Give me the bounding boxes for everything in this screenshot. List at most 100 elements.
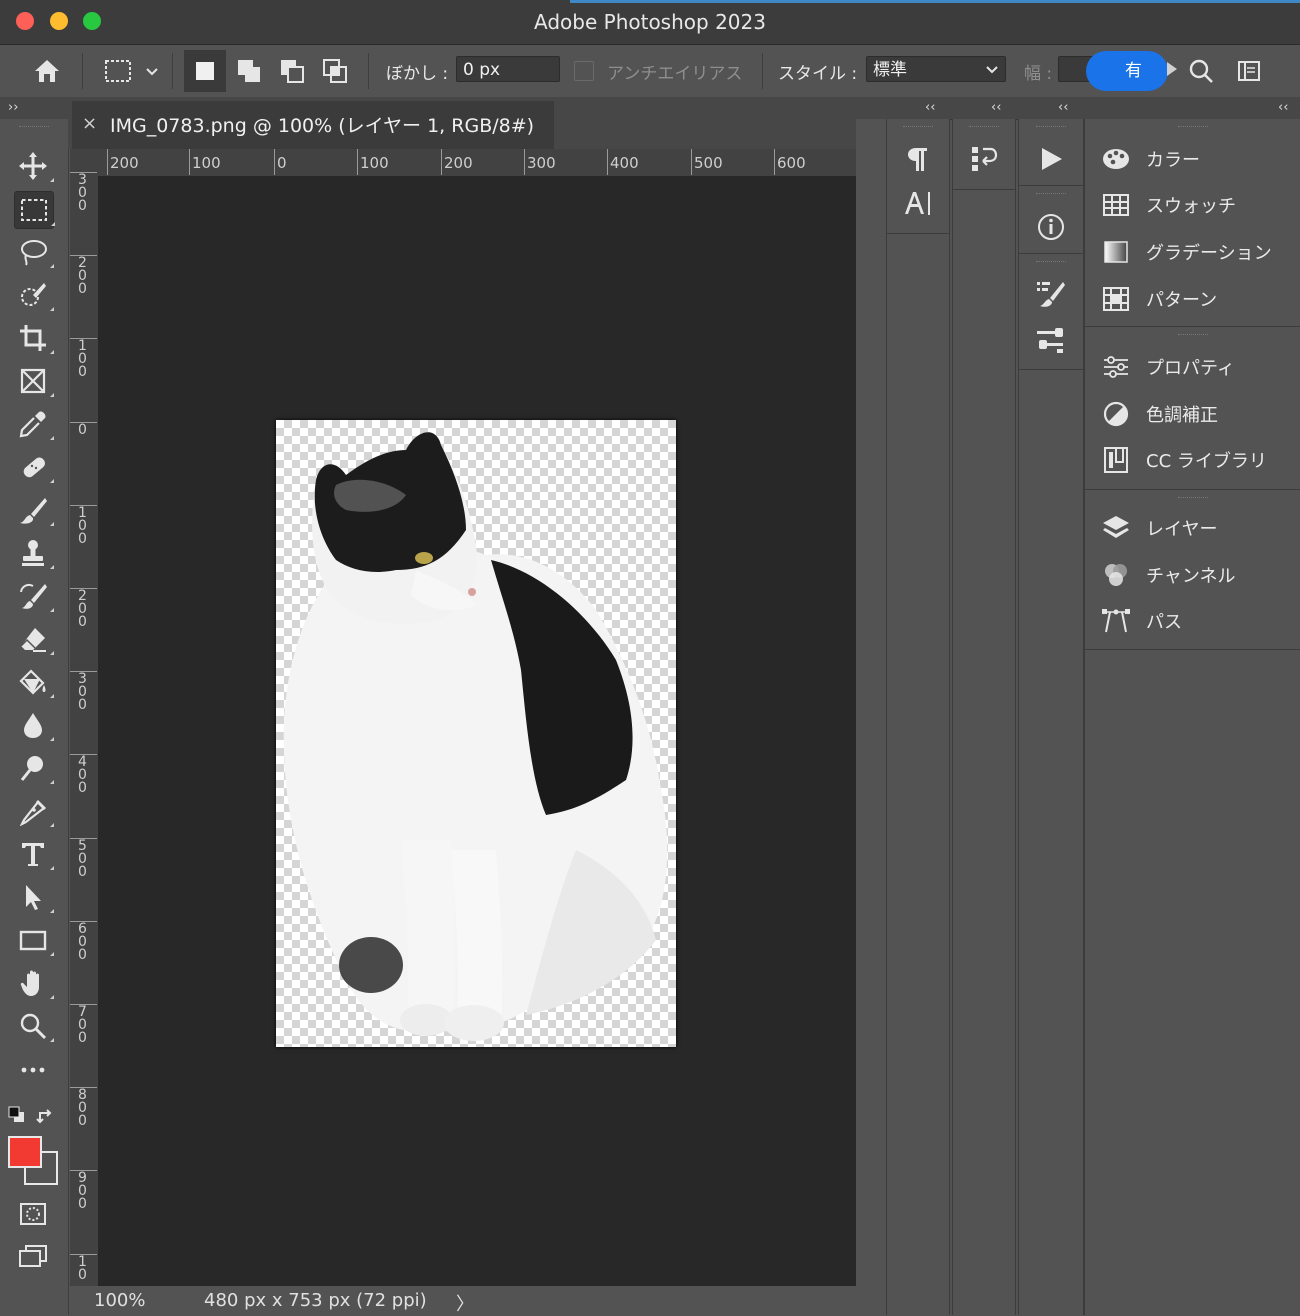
type-icon — [22, 843, 44, 866]
zoom-icon — [20, 1013, 47, 1040]
eyedropper-icon — [19, 411, 46, 438]
marquee-preset-dropdown[interactable] — [98, 55, 162, 87]
panel-item-properties-sliders[interactable]: プロパティ — [1100, 347, 1295, 387]
brush-tool[interactable] — [14, 492, 54, 528]
document-tab[interactable]: × IMG_0783.png @ 100% (レイヤー 1, RGB/8#) — [72, 101, 554, 149]
move-tool[interactable] — [14, 148, 54, 184]
clone-source-icon — [1037, 328, 1063, 353]
foreground-color-swatch[interactable] — [8, 1136, 42, 1168]
clone-stamp-tool[interactable] — [14, 535, 54, 571]
antialias-checkbox[interactable] — [574, 61, 594, 81]
path-selection-tool[interactable] — [14, 879, 54, 915]
swap-colors-button[interactable] — [36, 1106, 56, 1126]
rectangle-icon — [19, 930, 47, 951]
history-brush-tool[interactable] — [14, 578, 54, 614]
panel-item-pattern[interactable]: パターン — [1100, 279, 1295, 319]
history-icon — [972, 147, 998, 171]
quick-selection-tool[interactable] — [14, 277, 54, 313]
panel-item-label: グラデーション — [1146, 243, 1272, 264]
collapse-panel-icon[interactable]: ‹‹ — [1058, 100, 1068, 115]
subtract-selection-button[interactable] — [271, 50, 313, 92]
canvas-area[interactable] — [98, 176, 856, 1286]
blur-tool[interactable] — [14, 707, 54, 743]
lasso-tool[interactable] — [14, 234, 54, 270]
new-selection-button[interactable] — [184, 50, 226, 92]
pen-tool[interactable] — [14, 793, 54, 829]
expand-toolbar-icon[interactable]: ›› — [8, 100, 18, 115]
ruler-tick — [691, 149, 692, 175]
tool-flyout-indicator — [50, 479, 54, 483]
collapse-panel-icon[interactable]: ‹‹ — [1278, 100, 1288, 115]
eyedropper-tool[interactable] — [14, 406, 54, 442]
actions-panel-button[interactable] — [1030, 139, 1072, 179]
ruler-v-label: 10 — [78, 1253, 87, 1283]
paragraph-panel-button[interactable] — [897, 139, 939, 179]
feather-input[interactable]: 0 px — [456, 56, 560, 82]
close-tab-icon[interactable]: × — [82, 113, 97, 134]
width-label: 幅 : — [1024, 64, 1053, 84]
style-select[interactable]: 標準 — [866, 56, 1006, 82]
add-selection-button[interactable] — [228, 50, 270, 92]
search-icon — [1189, 59, 1213, 83]
tool-flyout-indicator — [50, 264, 54, 268]
rect-marquee-tool[interactable] — [14, 191, 55, 229]
stamp-icon — [22, 540, 44, 566]
ruler-tick — [189, 149, 190, 175]
eraser-tool[interactable] — [14, 621, 54, 657]
default-colors-icon — [8, 1106, 24, 1122]
paint-bucket-tool[interactable] — [14, 664, 54, 700]
panel-item-gradient[interactable]: グラデーション — [1100, 232, 1295, 272]
panel-item-label: パス — [1146, 612, 1182, 633]
panel-item-cc-libraries[interactable]: CC ライブラリ — [1100, 440, 1295, 480]
panel-grip — [1036, 126, 1066, 130]
adjustments-icon — [1100, 398, 1132, 430]
crop-tool[interactable] — [14, 320, 54, 356]
workspace-button[interactable] — [1232, 55, 1266, 87]
home-button[interactable] — [30, 55, 64, 87]
default-colors-button[interactable] — [8, 1106, 26, 1124]
panel-column-2 — [952, 119, 1016, 1315]
type-tool[interactable] — [14, 836, 54, 872]
cat-image — [283, 432, 668, 1041]
dock-gap — [856, 119, 886, 1315]
tool-flyout-indicator — [51, 222, 55, 226]
tool-flyout-indicator — [50, 909, 54, 913]
brush-settings-panel-button[interactable] — [1030, 274, 1072, 314]
clone-source-panel-button[interactable] — [1030, 320, 1072, 360]
collapse-panel-icon[interactable]: ‹‹ — [925, 100, 935, 115]
status-menu-arrow[interactable]: 〉 — [456, 1290, 474, 1316]
document-tab-title: IMG_0783.png @ 100% (レイヤー 1, RGB/8#) — [110, 115, 535, 137]
document-canvas[interactable] — [276, 420, 676, 1047]
info-panel-button[interactable] — [1030, 207, 1072, 247]
hand-tool[interactable] — [14, 965, 54, 1001]
ruler-tick — [274, 149, 275, 175]
feather-label: ぼかし : — [386, 64, 449, 84]
frame-icon — [20, 368, 46, 394]
ruler-v-label: 100 — [78, 338, 87, 381]
panel-item-adjustments[interactable]: 色調補正 — [1100, 394, 1295, 434]
zoom-level[interactable]: 100% — [94, 1290, 145, 1311]
zoom-tool[interactable] — [14, 1008, 54, 1044]
healing-brush-tool[interactable] — [14, 449, 54, 485]
dodge-icon — [20, 756, 43, 781]
divider — [953, 189, 1015, 190]
character-panel-button[interactable] — [897, 183, 939, 223]
dodge-tool[interactable] — [14, 750, 54, 786]
screen-mode-button[interactable] — [14, 1239, 52, 1275]
history-panel-button[interactable] — [963, 139, 1005, 179]
panel-item-layers[interactable]: レイヤー — [1100, 508, 1295, 548]
edit-toolbar-button[interactable] — [14, 1052, 52, 1088]
collapse-panel-icon[interactable]: ‹‹ — [991, 100, 1001, 115]
panel-item-swatches-grid[interactable]: スウォッチ — [1100, 185, 1295, 225]
rect-marquee-icon — [105, 60, 158, 82]
quick-mask-button[interactable] — [14, 1196, 52, 1232]
ruler-h-label: 300 — [527, 154, 556, 172]
more-dots-icon — [21, 1067, 45, 1073]
rectangle-tool[interactable] — [14, 922, 54, 958]
frame-tool[interactable] — [14, 363, 54, 399]
panel-item-paths[interactable]: パス — [1100, 601, 1295, 641]
search-button[interactable] — [1184, 55, 1218, 87]
panel-item-color-wheel[interactable]: カラー — [1100, 139, 1295, 179]
intersect-selection-button[interactable] — [314, 50, 356, 92]
panel-item-channels[interactable]: チャンネル — [1100, 555, 1295, 595]
